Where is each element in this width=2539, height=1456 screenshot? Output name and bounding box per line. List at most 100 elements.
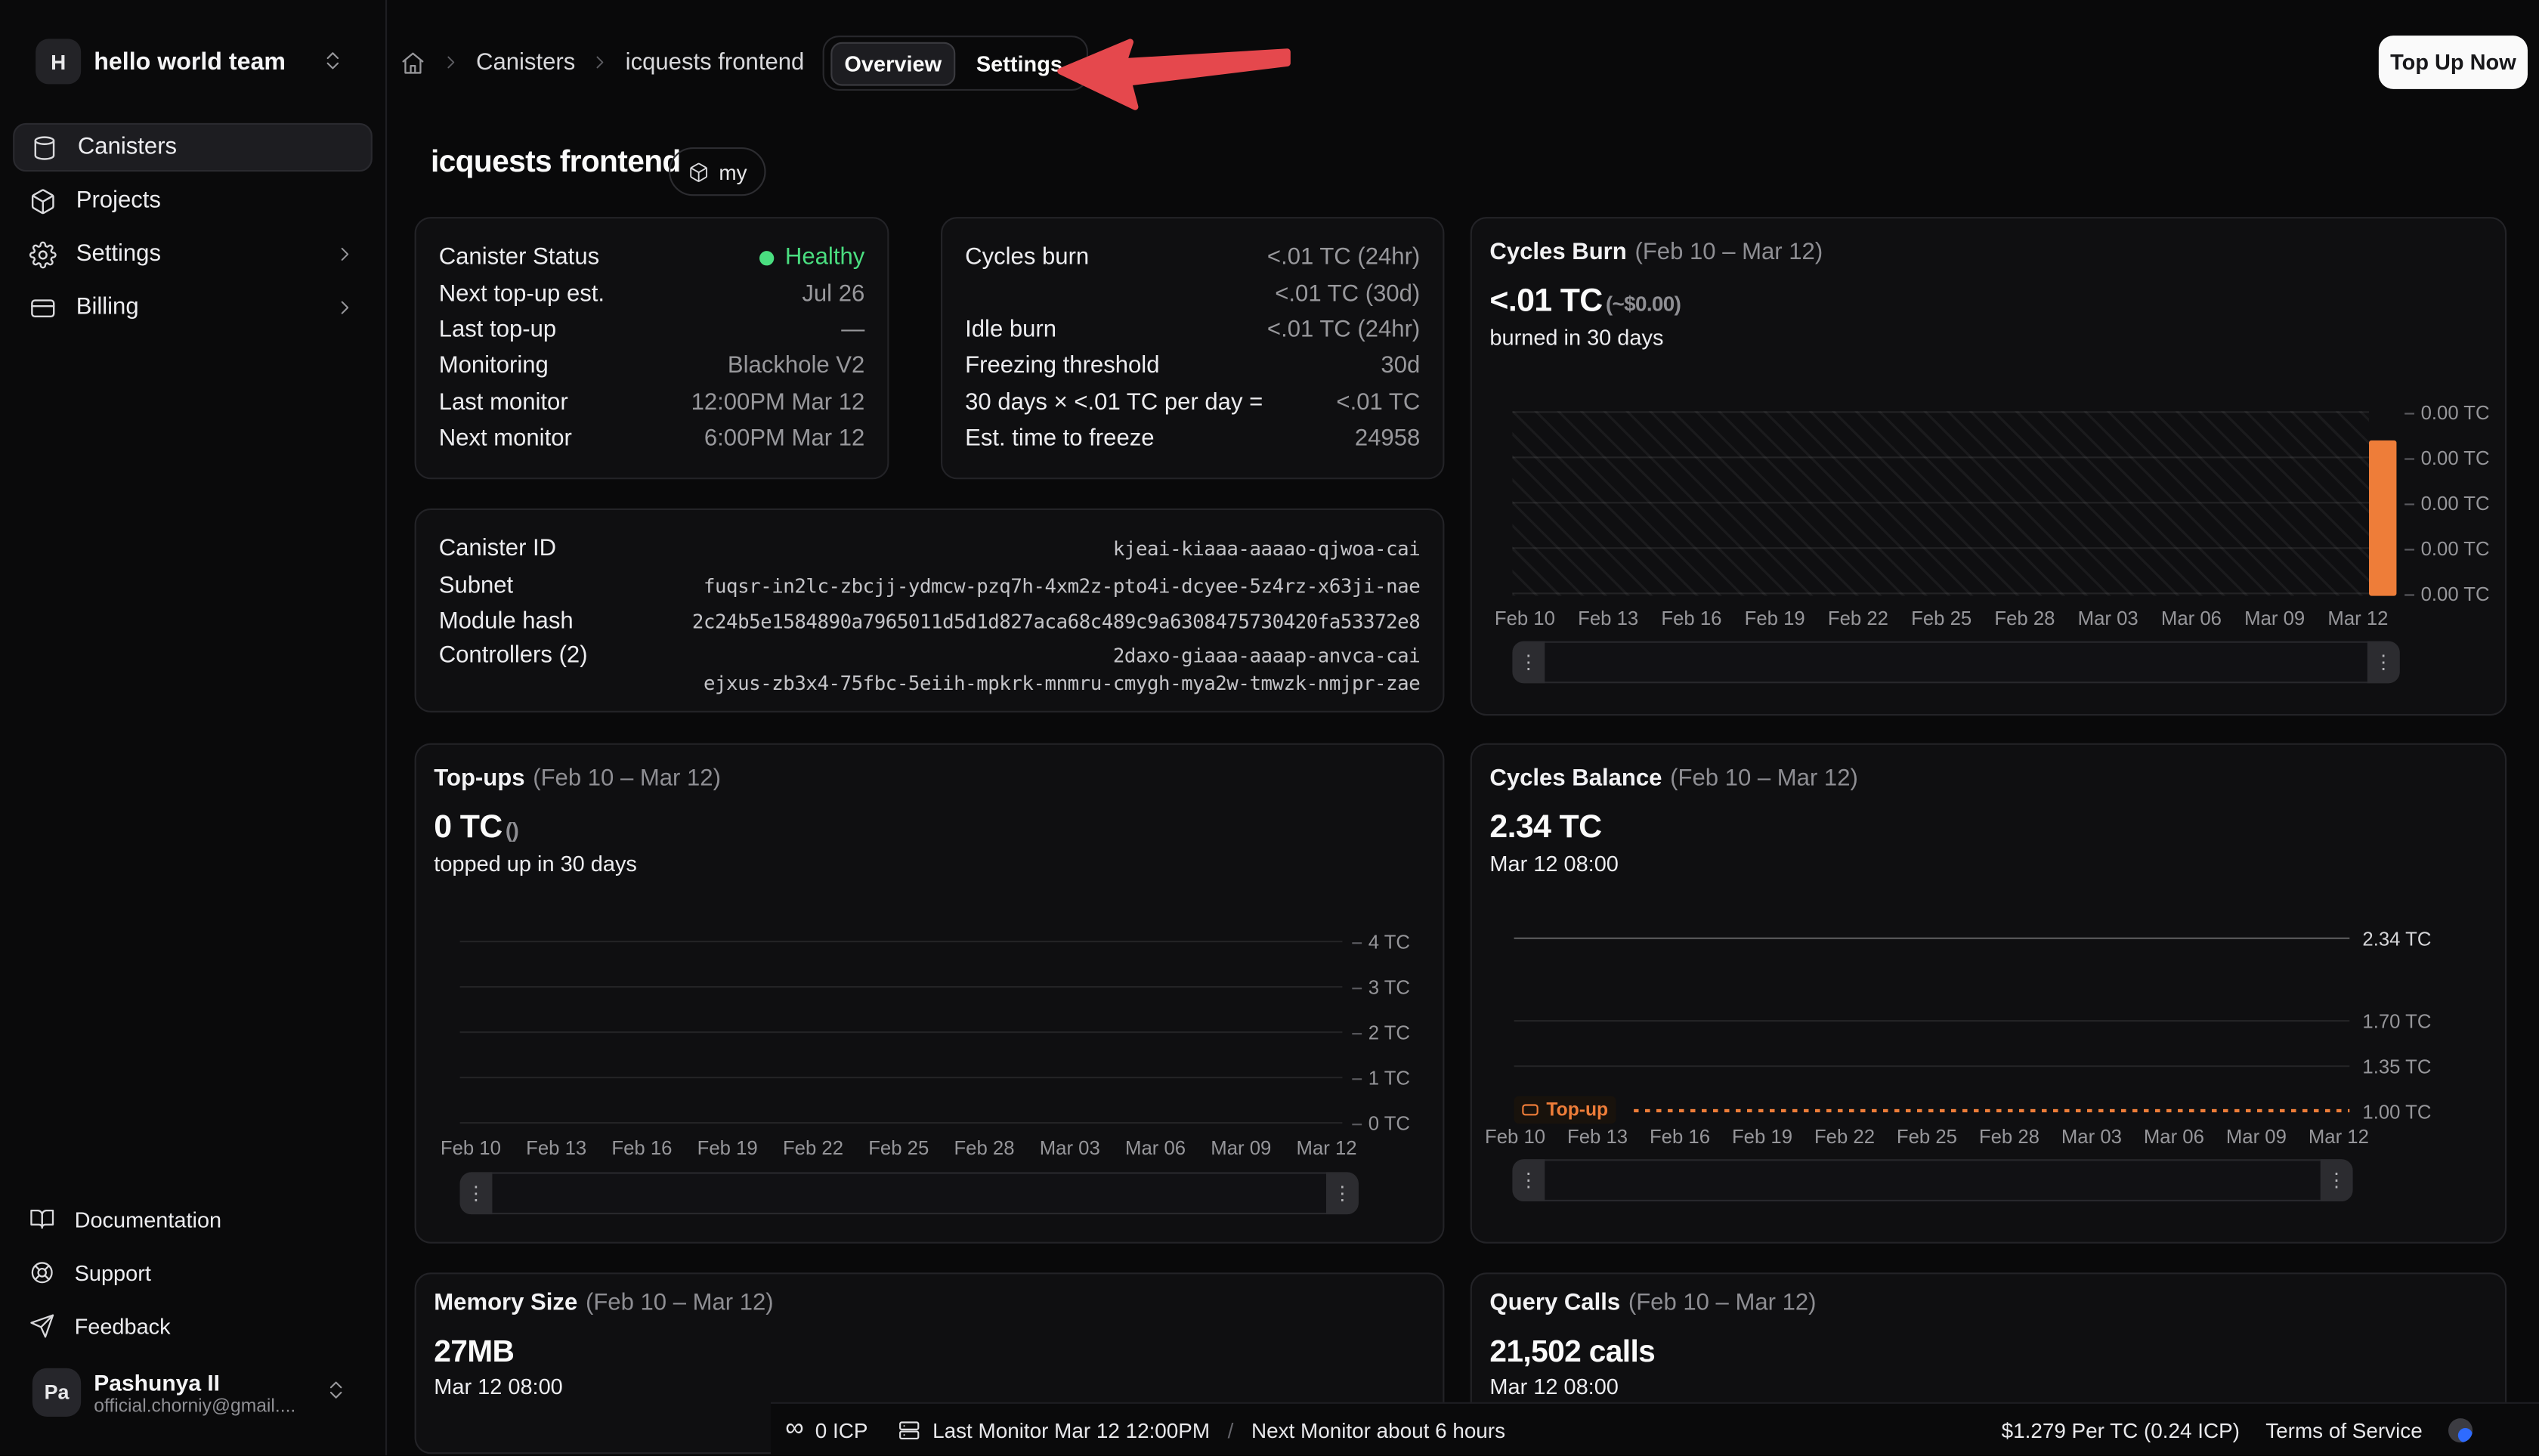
breadcrumb-canisters[interactable]: Canisters bbox=[476, 49, 575, 75]
row-label: Freezing threshold bbox=[965, 354, 1159, 379]
cycles-burn-plot bbox=[1512, 411, 2369, 595]
range-slider[interactable] bbox=[460, 1172, 1359, 1214]
breadcrumb: Canisters icquests frontend bbox=[400, 36, 804, 89]
row-label: Cycles burn bbox=[965, 245, 1089, 270]
user-avatar[interactable]: Pa bbox=[32, 1368, 81, 1417]
y-tick: 1.35 TC bbox=[2362, 1056, 2431, 1078]
canister-id-value[interactable]: kjeai-kiaaa-aaaao-qjwoa-cai bbox=[1113, 538, 1420, 561]
row-value: 12:00PM Mar 12 bbox=[691, 390, 865, 416]
tab-bar: Overview Settings bbox=[823, 36, 1088, 91]
y-tick: 0 TC bbox=[1352, 1112, 1410, 1135]
row-value: 6:00PM Mar 12 bbox=[704, 426, 864, 452]
balance-line bbox=[1514, 938, 2350, 939]
burn-row: 30 days × <.01 TC per day =<.01 TC bbox=[942, 385, 1443, 421]
user-switcher-chevrons-icon[interactable] bbox=[324, 1378, 348, 1402]
status-row: Last top-up— bbox=[416, 312, 888, 348]
y-tick: 4 TC bbox=[1352, 931, 1410, 954]
y-tick: 0.00 TC bbox=[2404, 401, 2489, 424]
y-tick: 0.00 TC bbox=[2404, 492, 2489, 515]
last-monitor-text: Last Monitor Mar 12 12:00PM bbox=[932, 1417, 1210, 1442]
y-tick: 2 TC bbox=[1352, 1022, 1410, 1044]
home-icon[interactable] bbox=[400, 49, 425, 75]
row-value: Jul 26 bbox=[802, 281, 864, 307]
x-axis: Feb 10Feb 13Feb 16Feb 19Feb 22Feb 25Feb … bbox=[1495, 607, 2389, 630]
y-tick: 2.34 TC bbox=[2362, 928, 2431, 951]
id-row: Module hash2c24b5e1584890a7965011d5d1d82… bbox=[416, 604, 1443, 640]
range-slider[interactable] bbox=[1512, 641, 2399, 684]
credit-card-icon bbox=[29, 294, 57, 321]
gear-icon bbox=[29, 240, 57, 267]
slider-right-handle[interactable] bbox=[2321, 1159, 2353, 1201]
chart-title: Top-ups(Feb 10 – Mar 12) bbox=[434, 766, 721, 792]
row-label: Canister Status bbox=[439, 245, 599, 270]
x-axis: Feb 10Feb 13Feb 16Feb 19Feb 22Feb 25Feb … bbox=[441, 1136, 1357, 1159]
burn-row: Idle burn<.01 TC (24hr) bbox=[942, 312, 1443, 348]
book-open-icon bbox=[29, 1206, 55, 1232]
terms-of-service-link[interactable]: Terms of Service bbox=[2265, 1417, 2422, 1442]
annotation-arrow bbox=[1050, 29, 1300, 119]
row-label: Controllers (2) bbox=[439, 643, 588, 669]
sidebar: H hello world team Canisters Projects Se… bbox=[0, 0, 387, 1455]
row-value: <.01 TC (24hr) bbox=[1267, 317, 1420, 343]
team-name[interactable]: hello world team bbox=[94, 39, 286, 84]
next-monitor-text: Next Monitor about 6 hours bbox=[1251, 1417, 1505, 1442]
sidebar-item-label: Billing bbox=[76, 295, 139, 320]
healthy-dot-icon bbox=[759, 250, 774, 264]
chevron-right-icon bbox=[333, 243, 356, 265]
sidebar-footer-links: Documentation Support Feedback bbox=[13, 1195, 373, 1355]
team-switcher-chevrons-icon[interactable] bbox=[320, 48, 345, 73]
tab-overview[interactable]: Overview bbox=[830, 42, 955, 85]
sidebar-item-canisters[interactable]: Canisters bbox=[13, 123, 373, 172]
top-up-now-button[interactable]: Top Up Now bbox=[2379, 36, 2528, 89]
sidebar-item-projects[interactable]: Projects bbox=[13, 177, 373, 225]
project-tag[interactable]: my bbox=[669, 147, 766, 196]
range-slider[interactable] bbox=[1512, 1159, 2352, 1201]
burn-bar[interactable] bbox=[2369, 441, 2396, 596]
module-hash-value[interactable]: 2c24b5e1584890a7965011d5d1d827aca68c489c… bbox=[692, 611, 1420, 633]
chart-big-value: 27MB bbox=[434, 1336, 514, 1371]
sidebar-item-billing[interactable]: Billing bbox=[13, 283, 373, 332]
main-area: Canisters icquests frontend Overview Set… bbox=[385, 0, 2539, 1456]
sidebar-item-settings[interactable]: Settings bbox=[13, 230, 373, 278]
sidebar-item-label: Settings bbox=[76, 241, 161, 267]
row-label: Canister ID bbox=[439, 536, 556, 562]
cycles-burn-card: Cycles burn<.01 TC (24hr) <.01 TC (30d) … bbox=[941, 217, 1444, 479]
icp-balance[interactable]: 0 ICP bbox=[815, 1417, 868, 1442]
canister-status-card: Canister StatusHealthy Next top-up est.J… bbox=[415, 217, 889, 479]
app-root: H hello world team Canisters Projects Se… bbox=[0, 0, 2539, 1456]
status-row: Next monitor 6:00PM Mar 12 bbox=[416, 421, 888, 457]
top-up-threshold-chip[interactable]: Top-up bbox=[1514, 1096, 1616, 1124]
user-name[interactable]: Pashunya II bbox=[94, 1370, 220, 1396]
chart-title: Cycles Balance(Feb 10 – Mar 12) bbox=[1489, 766, 1857, 792]
cube-icon bbox=[29, 187, 57, 214]
tc-rate: $1.279 Per TC (0.24 ICP) bbox=[2002, 1417, 2240, 1442]
slider-right-handle[interactable] bbox=[1326, 1172, 1359, 1214]
sidebar-item-support[interactable]: Support bbox=[13, 1248, 373, 1297]
y-tick: 0.00 TC bbox=[2404, 583, 2489, 605]
x-axis: Feb 10Feb 13Feb 16Feb 19Feb 22Feb 25Feb … bbox=[1485, 1125, 2369, 1148]
y-tick: 0.00 TC bbox=[2404, 447, 2489, 469]
row-value: <.01 TC (24hr) bbox=[1267, 245, 1420, 270]
row-value: 30d bbox=[1381, 354, 1420, 379]
row-label: Next monitor bbox=[439, 426, 572, 452]
subnet-value[interactable]: fuqsr-in2lc-zbcjj-ydmcw-pzq7h-4xm2z-pto4… bbox=[704, 574, 1420, 597]
sidebar-item-documentation[interactable]: Documentation bbox=[13, 1195, 373, 1243]
status-bar: ∞ 0 ICP Last Monitor Mar 12 12:00PM / Ne… bbox=[771, 1402, 2539, 1456]
top-ups-chart-card: Top-ups(Feb 10 – Mar 12) 0 TC() topped u… bbox=[415, 743, 1445, 1244]
row-value: <.01 TC (30d) bbox=[1275, 281, 1420, 307]
id-row: Subnetfuqsr-in2lc-zbcjj-ydmcw-pzq7h-4xm2… bbox=[416, 567, 1443, 604]
team-avatar[interactable]: H bbox=[36, 39, 81, 84]
slider-right-handle[interactable] bbox=[2367, 641, 2400, 684]
y-tick: 1.70 TC bbox=[2362, 1010, 2431, 1033]
top-up-threshold-line bbox=[1634, 1109, 2349, 1112]
slider-left-handle[interactable] bbox=[1512, 1159, 1545, 1201]
top-ups-plot bbox=[460, 941, 1343, 1124]
sidebar-item-feedback[interactable]: Feedback bbox=[13, 1302, 373, 1350]
slider-left-handle[interactable] bbox=[460, 1172, 493, 1214]
controllers-value[interactable]: 2daxo-giaaa-aaaap-anvca-caiejxus-zb3x4-7… bbox=[704, 643, 1420, 698]
y-tick: 1 TC bbox=[1352, 1067, 1410, 1090]
slider-left-handle[interactable] bbox=[1512, 641, 1545, 684]
y-tick: 0.00 TC bbox=[2404, 537, 2489, 560]
network-status-logo-icon[interactable] bbox=[2448, 1417, 2473, 1442]
row-label: 30 days × <.01 TC per day = bbox=[965, 390, 1263, 416]
